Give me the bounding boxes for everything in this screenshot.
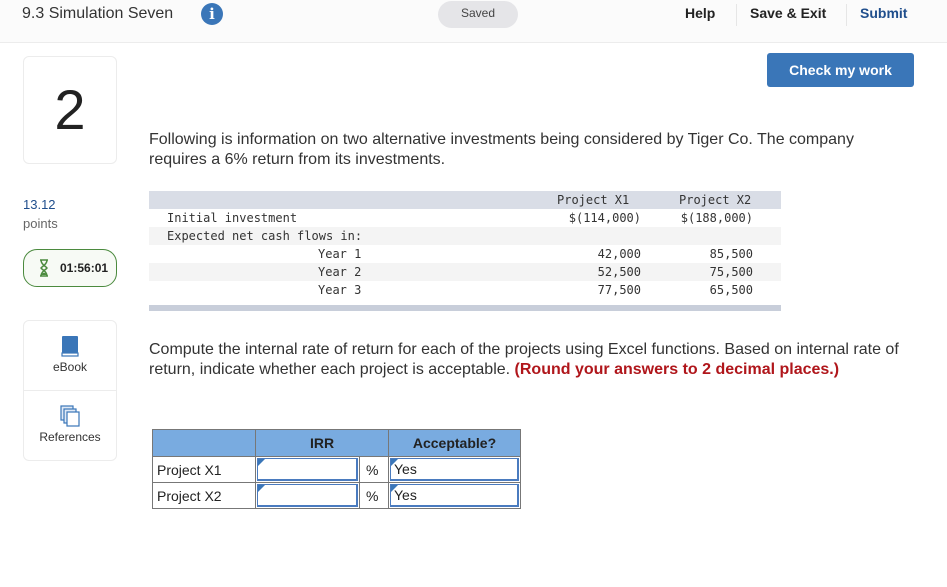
cell-x2: 75,500 [709, 265, 753, 279]
row-label: Project X1 [152, 456, 256, 483]
cell-x1: $(114,000) [568, 211, 641, 225]
table-row: Year 3 77,500 65,500 [149, 281, 781, 299]
references-button[interactable]: References [24, 391, 116, 461]
percent-unit: % [359, 482, 389, 509]
question-number: 2 [23, 56, 117, 164]
resources-panel: eBook References [23, 320, 117, 461]
ebook-button[interactable]: eBook [24, 321, 116, 391]
header-acceptable: Acceptable? [388, 429, 521, 457]
question-instructions: Compute the internal rate of return for … [149, 340, 919, 380]
given-data-table: Project X1 Project X2 Initial investment… [149, 191, 781, 311]
table-row: Initial investment $(114,000) $(188,000) [149, 209, 781, 227]
assignment-title: 9.3 Simulation Seven [22, 5, 174, 22]
references-icon [60, 405, 80, 427]
divider [846, 4, 847, 26]
ebook-label: eBook [52, 360, 88, 374]
row-label: Project X2 [152, 482, 256, 509]
hourglass-icon [40, 259, 48, 277]
table-row: Project X1 % Yes [152, 456, 521, 483]
timer[interactable]: 01:56:01 [23, 249, 117, 287]
info-icon[interactable]: i [201, 3, 223, 25]
column-header-x1: Project X1 [557, 193, 630, 207]
row-label: Expected net cash flows in: [167, 229, 363, 243]
saved-status-badge: Saved [438, 1, 518, 28]
answer-table: IRR Acceptable? Project X1 % Yes Project… [152, 429, 521, 509]
row-label: Year 2 [318, 265, 362, 279]
acceptable-select-x1[interactable]: Yes [390, 458, 519, 481]
table-row: Year 1 42,000 85,500 [149, 245, 781, 263]
answer-table-header: IRR Acceptable? [152, 429, 521, 457]
column-header-x2: Project X2 [679, 193, 752, 207]
irr-input-x2[interactable] [257, 484, 358, 507]
question-intro: Following is information on two alternat… [149, 131, 854, 168]
table-row: Expected net cash flows in: [149, 227, 781, 245]
table-row: Project X2 % Yes [152, 482, 521, 509]
divider [736, 4, 737, 26]
given-table-header: Project X1 Project X2 [149, 191, 781, 209]
cell-x2: 85,500 [709, 247, 753, 261]
save-exit-link[interactable]: Save & Exit [750, 5, 826, 21]
cell-x1: 77,500 [597, 283, 641, 297]
row-label: Year 3 [318, 283, 362, 297]
rounding-note: (Round your answers to 2 decimal places.… [514, 361, 840, 378]
cell-x2: $(188,000) [680, 211, 753, 225]
given-table-footer [149, 305, 781, 311]
row-label: Initial investment [167, 211, 298, 225]
cell-x1: 42,000 [597, 247, 641, 261]
check-my-work-button[interactable]: Check my work [767, 53, 914, 87]
top-bar: 9.3 Simulation Seven i Saved Help Save &… [0, 0, 947, 43]
irr-input-x1[interactable] [257, 458, 358, 481]
book-icon [61, 336, 79, 357]
timer-value: 01:56:01 [60, 261, 109, 275]
percent-unit: % [359, 456, 389, 483]
cell-x1: 52,500 [597, 265, 641, 279]
row-label: Year 1 [318, 247, 362, 261]
points-value: 13.12 [23, 197, 56, 212]
references-label: References [39, 430, 101, 444]
table-row: Year 2 52,500 75,500 [149, 263, 781, 281]
acceptable-select-x2[interactable]: Yes [390, 484, 519, 507]
submit-link[interactable]: Submit [860, 5, 907, 21]
header-blank [152, 429, 256, 457]
header-irr: IRR [255, 429, 389, 457]
points-label: points [23, 216, 58, 231]
help-link[interactable]: Help [685, 5, 715, 21]
cell-x2: 65,500 [709, 283, 753, 297]
